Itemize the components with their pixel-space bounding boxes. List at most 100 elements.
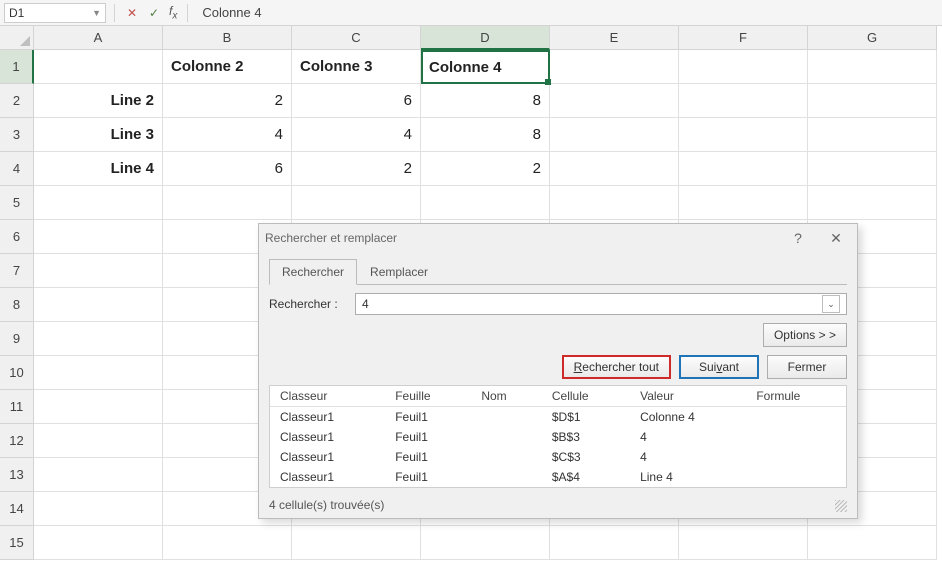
results-row[interactable]: Classeur1 Feuil1 $A$4 Line 4 (270, 467, 846, 487)
row-header[interactable]: 7 (0, 254, 34, 288)
cell[interactable]: 2 (421, 152, 550, 186)
row-header[interactable]: 8 (0, 288, 34, 322)
cell[interactable]: 2 (163, 84, 292, 118)
results-row[interactable]: Classeur1 Feuil1 $B$3 4 (270, 427, 846, 447)
results-header[interactable]: Nom (471, 386, 542, 407)
cell[interactable] (679, 84, 808, 118)
cell[interactable] (34, 492, 163, 526)
results-header[interactable]: Feuille (385, 386, 471, 407)
close-icon[interactable]: ✕ (821, 230, 851, 247)
cell[interactable] (679, 152, 808, 186)
results-row[interactable]: Classeur1 Feuil1 $D$1 Colonne 4 (270, 407, 846, 428)
cell[interactable] (808, 84, 937, 118)
tab-find[interactable]: Rechercher (269, 259, 357, 285)
row-header[interactable]: 13 (0, 458, 34, 492)
row-header[interactable]: 4 (0, 152, 34, 186)
col-header[interactable]: E (550, 26, 679, 50)
find-all-button[interactable]: Rechercher tout (562, 355, 671, 379)
col-header[interactable]: D (421, 26, 550, 50)
cell[interactable] (34, 356, 163, 390)
chevron-down-icon[interactable]: ▼ (92, 8, 101, 18)
cell[interactable] (34, 186, 163, 220)
cell[interactable] (34, 220, 163, 254)
row-header[interactable]: 12 (0, 424, 34, 458)
fx-icon[interactable]: fx (167, 4, 179, 21)
cell[interactable]: Colonne 3 (292, 50, 421, 84)
cell[interactable] (550, 526, 679, 560)
row-header[interactable]: 14 (0, 492, 34, 526)
cell[interactable]: Line 4 (34, 152, 163, 186)
results-header[interactable]: Cellule (542, 386, 630, 407)
cell[interactable]: 2 (292, 152, 421, 186)
cell[interactable]: 6 (163, 152, 292, 186)
cell-active[interactable]: Colonne 4 (421, 50, 550, 84)
cell[interactable] (550, 186, 679, 220)
resize-handle-icon[interactable] (835, 500, 847, 512)
results-list[interactable]: Classeur Feuille Nom Cellule Valeur Form… (269, 385, 847, 488)
cell[interactable]: Line 3 (34, 118, 163, 152)
cancel-formula-icon[interactable]: ✕ (123, 4, 141, 22)
cell[interactable]: 4 (292, 118, 421, 152)
cell[interactable] (550, 84, 679, 118)
chevron-down-icon[interactable]: ⌄ (822, 295, 840, 313)
cell[interactable] (34, 526, 163, 560)
row-header[interactable]: 6 (0, 220, 34, 254)
cell[interactable] (679, 50, 808, 84)
formula-input[interactable]: Colonne 4 (196, 3, 938, 23)
cell[interactable]: 8 (421, 118, 550, 152)
results-row[interactable]: Classeur1 Feuil1 $C$3 4 (270, 447, 846, 467)
cell[interactable] (163, 526, 292, 560)
cell[interactable] (34, 50, 163, 84)
accept-formula-icon[interactable]: ✓ (145, 4, 163, 22)
row-header[interactable]: 2 (0, 84, 34, 118)
cell[interactable]: 8 (421, 84, 550, 118)
col-header[interactable]: A (34, 26, 163, 50)
cell[interactable] (34, 458, 163, 492)
results-header[interactable]: Formule (746, 386, 846, 407)
col-header[interactable]: B (163, 26, 292, 50)
row-header[interactable]: 10 (0, 356, 34, 390)
cell[interactable] (808, 50, 937, 84)
select-all-corner[interactable] (0, 26, 34, 50)
row-header[interactable]: 5 (0, 186, 34, 220)
cell[interactable] (679, 186, 808, 220)
row-header[interactable]: 9 (0, 322, 34, 356)
cell[interactable] (34, 288, 163, 322)
name-box[interactable]: D1 ▼ (4, 3, 106, 23)
col-header[interactable]: C (292, 26, 421, 50)
cell[interactable] (34, 254, 163, 288)
help-icon[interactable]: ? (783, 230, 813, 246)
row-header[interactable]: 1 (0, 50, 34, 84)
cell[interactable] (808, 186, 937, 220)
cell[interactable]: 6 (292, 84, 421, 118)
cell[interactable]: Colonne 2 (163, 50, 292, 84)
cell[interactable] (292, 186, 421, 220)
cell[interactable] (808, 152, 937, 186)
cell[interactable] (550, 152, 679, 186)
cell[interactable] (679, 118, 808, 152)
row-header[interactable]: 11 (0, 390, 34, 424)
cell[interactable] (550, 118, 679, 152)
results-header[interactable]: Classeur (270, 386, 385, 407)
cell[interactable] (421, 186, 550, 220)
find-input[interactable]: 4 ⌄ (355, 293, 847, 315)
col-header[interactable]: F (679, 26, 808, 50)
cell[interactable] (550, 50, 679, 84)
row-header[interactable]: 15 (0, 526, 34, 560)
cell[interactable] (808, 118, 937, 152)
cell[interactable]: 4 (163, 118, 292, 152)
cell[interactable]: Line 2 (34, 84, 163, 118)
col-header[interactable]: G (808, 26, 937, 50)
cell[interactable] (292, 526, 421, 560)
cell[interactable] (34, 424, 163, 458)
close-button[interactable]: Fermer (767, 355, 847, 379)
find-next-button[interactable]: Suivant (679, 355, 759, 379)
cell[interactable] (163, 186, 292, 220)
cell[interactable] (421, 526, 550, 560)
cell[interactable] (34, 390, 163, 424)
options-button[interactable]: Options > > (763, 323, 847, 347)
dialog-titlebar[interactable]: Rechercher et remplacer ? ✕ (259, 224, 857, 252)
cell[interactable] (34, 322, 163, 356)
cell[interactable] (808, 526, 937, 560)
row-header[interactable]: 3 (0, 118, 34, 152)
